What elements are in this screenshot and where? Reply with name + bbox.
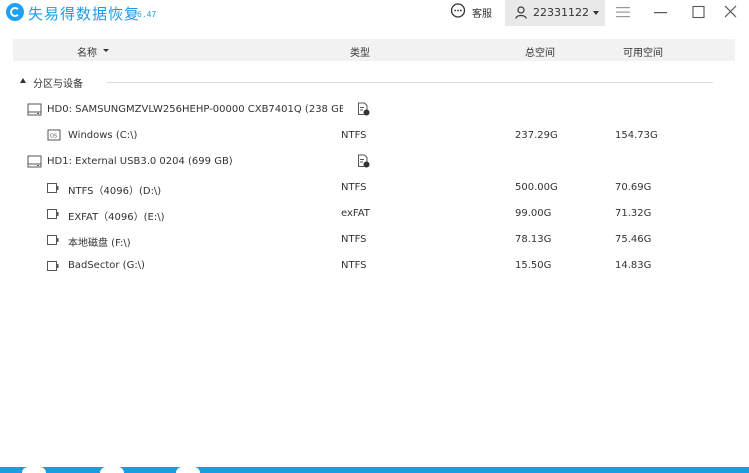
column-header-total[interactable]: 总空间 xyxy=(525,44,555,59)
partition-free: 70.69G xyxy=(615,182,652,193)
table-header: 名称 类型 总空间 可用空间 xyxy=(13,39,735,61)
partition-type: NTFS xyxy=(341,130,367,141)
system-drive-icon: OS xyxy=(47,129,61,141)
app-version: 6.47 xyxy=(137,10,157,19)
partition-total: 500.00G xyxy=(515,182,558,193)
section-label: 分区与设备 xyxy=(33,79,83,90)
section-partitions-devices[interactable]: 分区与设备 xyxy=(13,73,735,91)
column-header-type[interactable]: 类型 xyxy=(350,44,370,59)
partition-icon xyxy=(47,183,59,193)
title-bar: 失易得数据恢复 6.47 客服 22331122 xyxy=(0,0,749,26)
partition-row[interactable]: BadSector (G:\) NTFS 15.50G 14.83G xyxy=(13,257,735,277)
chat-bubble-icon[interactable] xyxy=(450,3,466,19)
partition-name: NTFS（4096）(D:\) xyxy=(68,186,162,197)
bottom-action-button[interactable] xyxy=(22,467,46,473)
partition-name: BadSector (G:\) xyxy=(68,260,145,271)
partition-free: 154.73G xyxy=(615,130,658,141)
hard-disk-icon xyxy=(27,103,42,116)
svg-text:OS: OS xyxy=(50,134,57,140)
disk-info-icon[interactable] xyxy=(357,154,370,168)
partition-total: 99.00G xyxy=(515,208,552,219)
chevron-down-icon xyxy=(593,11,599,15)
sort-caret-icon[interactable] xyxy=(103,49,109,52)
partition-total: 78.13G xyxy=(515,234,552,245)
partition-row[interactable]: NTFS（4096）(D:\) NTFS 500.00G 70.69G xyxy=(13,179,735,199)
partition-total: 15.50G xyxy=(515,260,552,271)
partition-type: NTFS xyxy=(341,260,367,271)
maximize-icon[interactable] xyxy=(688,3,710,21)
partition-type: NTFS xyxy=(341,234,367,245)
partition-name: EXFAT（4096）(E:\) xyxy=(68,212,165,223)
user-name: 22331122 xyxy=(533,6,589,19)
partition-total: 237.29G xyxy=(515,130,558,141)
partition-table: 名称 类型 总空间 可用空间 分区与设备 HD0: SAMSUNGMZVLW25… xyxy=(13,39,735,449)
disk-info-icon[interactable] xyxy=(357,102,370,116)
minimize-icon[interactable] xyxy=(650,3,672,21)
divider xyxy=(107,82,713,83)
column-header-name[interactable]: 名称 xyxy=(77,44,97,59)
menu-icon[interactable] xyxy=(612,3,634,21)
app-title: 失易得数据恢复 xyxy=(28,5,141,23)
partition-icon xyxy=(47,209,59,219)
disk-row[interactable]: HD0: SAMSUNGMZVLW256HEHP-00000 CXB7401Q … xyxy=(13,101,735,121)
disk-label: HD1: External USB3.0 0204 (699 GB) xyxy=(47,156,233,167)
partition-icon xyxy=(47,235,59,245)
hard-disk-icon xyxy=(27,155,42,168)
bottom-action-button[interactable] xyxy=(176,467,200,473)
collapse-caret-icon[interactable] xyxy=(20,78,26,83)
partition-type: NTFS xyxy=(341,182,367,193)
partition-name: 本地磁盘 (F:\) xyxy=(68,238,131,249)
bottom-action-button[interactable] xyxy=(100,467,124,473)
disk-label: HD0: SAMSUNGMZVLW256HEHP-00000 CXB7401Q … xyxy=(47,104,343,115)
partition-name: Windows (C:\) xyxy=(68,130,138,141)
user-account-menu[interactable]: 22331122 xyxy=(505,0,605,26)
partition-free: 75.46G xyxy=(615,234,652,245)
person-icon xyxy=(515,6,527,19)
partition-row[interactable]: OS Windows (C:\) NTFS 237.29G 154.73G xyxy=(13,127,735,147)
partition-free: 14.83G xyxy=(615,260,652,271)
column-header-free[interactable]: 可用空间 xyxy=(623,44,663,59)
partition-row[interactable]: 本地磁盘 (F:\) NTFS 78.13G 75.46G xyxy=(13,231,735,251)
app-logo-icon xyxy=(6,3,24,21)
partition-row[interactable]: EXFAT（4096）(E:\) exFAT 99.00G 71.32G xyxy=(13,205,735,225)
disk-row[interactable]: HD1: External USB3.0 0204 (699 GB) xyxy=(13,153,735,173)
partition-free: 71.32G xyxy=(615,208,652,219)
close-icon[interactable] xyxy=(720,3,742,21)
partition-icon xyxy=(47,261,59,271)
customer-service-link[interactable]: 客服 xyxy=(472,5,492,20)
partition-type: exFAT xyxy=(341,208,370,219)
